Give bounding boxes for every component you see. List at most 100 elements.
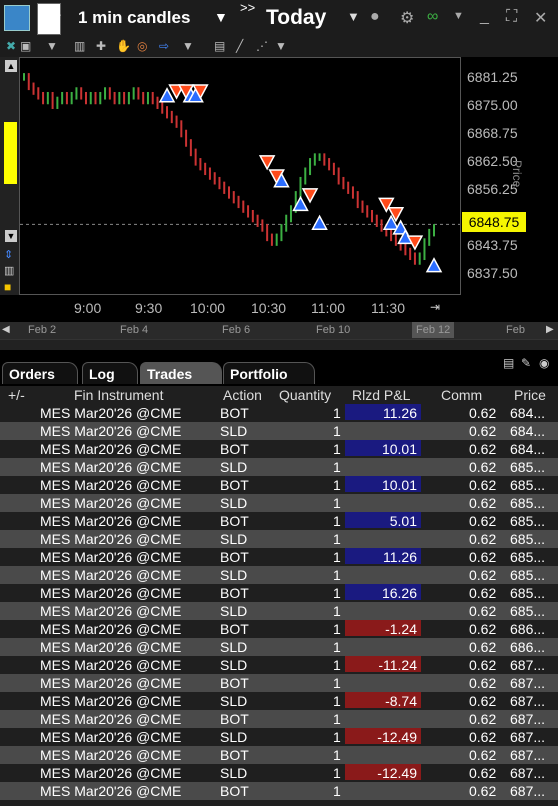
table-row[interactable]: MES Mar20'26 @CME SLD 1 -12.49 0.62 687... xyxy=(0,728,558,746)
price-cell: 687... xyxy=(510,711,546,727)
close-icon[interactable]: ✕ xyxy=(534,8,547,28)
table-row[interactable]: MES Mar20'26 @CME SLD 1 0.62 685... xyxy=(0,530,558,548)
chevron-down-icon[interactable]: ▼ xyxy=(347,9,360,24)
chevron-down-icon[interactable]: ▼ xyxy=(275,39,287,53)
commission-cell: 0.62 xyxy=(469,405,497,421)
price-cell: 685... xyxy=(510,585,546,601)
realized-pnl-cell: 11.26 xyxy=(345,404,421,421)
table-row[interactable]: MES Mar20'26 @CME SLD 1 0.62 685... xyxy=(0,602,558,620)
quantity-cell: 1 xyxy=(333,729,341,745)
table-row[interactable]: MES Mar20'26 @CME BOT 1 11.26 0.62 684... xyxy=(0,404,558,422)
table-row[interactable]: MES Mar20'26 @CME SLD 1 0.62 686... xyxy=(0,638,558,656)
trendline-icon[interactable]: ╱ xyxy=(236,39,243,53)
link-icon[interactable]: ∞ xyxy=(427,8,438,26)
quantity-cell: 1 xyxy=(333,711,341,727)
table-row[interactable]: MES Mar20'26 @CME BOT 1 0.62 687... xyxy=(0,710,558,728)
chat-icon[interactable]: ● xyxy=(370,8,380,26)
zoom-icon[interactable]: ▣ xyxy=(20,39,31,53)
table-row[interactable]: MES Mar20'26 @CME BOT 1 10.01 0.62 685... xyxy=(0,476,558,494)
chart-app-icon[interactable] xyxy=(4,5,30,31)
tab-orders[interactable]: Orders xyxy=(2,362,78,384)
table-row[interactable]: MES Mar20'26 @CME SLD 1 -8.74 0.62 687... xyxy=(0,692,558,710)
chevron-down-icon[interactable]: ▼ xyxy=(182,39,194,53)
commission-cell: 0.62 xyxy=(469,477,497,493)
column-header[interactable]: Action xyxy=(223,387,262,403)
scroll-down-button[interactable]: ▼ xyxy=(5,230,17,242)
indicator-icon[interactable]: ▤ xyxy=(214,39,225,53)
column-header[interactable]: Rlzd P&L xyxy=(352,387,410,403)
realized-pnl-cell: 5.01 xyxy=(345,512,421,529)
scroll-right-icon[interactable]: ⇥ xyxy=(430,300,440,314)
minimize-icon[interactable]: _ xyxy=(480,8,489,26)
nav-date-label: Feb xyxy=(506,324,525,336)
column-header[interactable]: Price xyxy=(514,387,546,403)
tab-trades[interactable]: Trades xyxy=(140,362,222,384)
column-header[interactable]: Comm xyxy=(441,387,482,403)
table-row[interactable]: MES Mar20'26 @CME BOT 1 16.26 0.62 685... xyxy=(0,584,558,602)
expand-icon[interactable]: ⇕ xyxy=(4,248,13,261)
table-row[interactable]: MES Mar20'26 @CME BOT 1 -1.24 0.62 686... xyxy=(0,620,558,638)
price-plot[interactable] xyxy=(19,57,461,295)
y-tick-label: 6837.50 xyxy=(467,265,518,281)
candlestick-chart xyxy=(20,73,460,273)
help-icon[interactable]: ◉ xyxy=(539,356,549,370)
time-range-selector[interactable]: Today xyxy=(266,6,326,30)
quantity-cell: 1 xyxy=(333,531,341,547)
x-tick-label: 9:30 xyxy=(135,300,163,316)
table-row[interactable]: MES Mar20'26 @CME SLD 1 -12.49 0.62 687... xyxy=(0,764,558,782)
wrench-icon[interactable]: ✎ xyxy=(521,356,531,370)
price-cell: 687... xyxy=(510,729,546,745)
target-icon[interactable]: ◎ xyxy=(137,39,147,53)
price-cell: 687... xyxy=(510,675,546,691)
table-row[interactable]: MES Mar20'26 @CME SLD 1 0.62 684... xyxy=(0,422,558,440)
column-header[interactable]: +/- xyxy=(8,387,25,403)
lock-icon[interactable]: ■ xyxy=(4,280,11,294)
tab-portfolio[interactable]: Portfolio xyxy=(223,362,315,384)
sell-marker[interactable] xyxy=(301,188,319,204)
export-icon[interactable]: ▤ xyxy=(503,356,514,370)
hand-icon[interactable]: ✋ xyxy=(116,39,131,53)
tab-log[interactable]: Log xyxy=(82,362,138,384)
quantity-cell: 1 xyxy=(333,567,341,583)
price-cell: 685... xyxy=(510,567,546,583)
table-row[interactable]: MES Mar20'26 @CME BOT 1 5.01 0.62 685... xyxy=(0,512,558,530)
chevron-down-icon[interactable]: ▼ xyxy=(46,39,58,53)
volume-icon[interactable]: ▥ xyxy=(4,264,14,277)
quantity-cell: 1 xyxy=(333,495,341,511)
symbol-search-icon[interactable]: ✖ xyxy=(6,39,16,53)
table-row[interactable]: MES Mar20'26 @CME SLD 1 -11.24 0.62 687... xyxy=(0,656,558,674)
fibonacci-icon[interactable]: ⋰ xyxy=(256,39,268,53)
table-row[interactable]: MES Mar20'26 @CME BOT 1 11.26 0.62 685... xyxy=(0,548,558,566)
x-tick-label: 9:00 xyxy=(74,300,102,316)
instrument-cell: MES Mar20'26 @CME xyxy=(40,603,182,619)
table-row[interactable]: MES Mar20'26 @CME SLD 1 0.62 685... xyxy=(0,458,558,476)
bars-icon[interactable]: ▥ xyxy=(74,39,85,53)
nav-left-icon[interactable]: ◀ xyxy=(2,324,10,335)
bar-period-selector[interactable]: 1 min candles xyxy=(78,8,190,28)
table-row[interactable]: MES Mar20'26 @CME BOT 1 0.62 687... xyxy=(0,782,558,800)
chevron-down-icon[interactable]: ▼ xyxy=(214,9,228,25)
table-row[interactable]: MES Mar20'26 @CME SLD 1 0.62 685... xyxy=(0,494,558,512)
scroll-up-button[interactable]: ▲ xyxy=(5,60,17,72)
symbol-dropdown-icon[interactable]: ▼ xyxy=(52,12,63,24)
table-row[interactable]: MES Mar20'26 @CME BOT 1 0.62 687... xyxy=(0,746,558,764)
maximize-icon[interactable]: ⛶ xyxy=(506,8,517,26)
table-row[interactable]: MES Mar20'26 @CME BOT 1 0.62 687... xyxy=(0,674,558,692)
table-row[interactable]: MES Mar20'26 @CME BOT 1 10.01 0.62 684... xyxy=(0,440,558,458)
crosshair-icon[interactable]: ✚ xyxy=(96,39,106,53)
nav-right-icon[interactable]: ▶ xyxy=(546,324,554,335)
scroll-thumb[interactable] xyxy=(4,122,17,184)
gear-icon[interactable]: ⚙ xyxy=(400,8,414,28)
arrow-icon[interactable]: ⇨ xyxy=(159,39,169,53)
commission-cell: 0.62 xyxy=(469,693,497,709)
column-header[interactable]: Quantity xyxy=(279,387,331,403)
date-navigator[interactable] xyxy=(0,322,558,339)
table-row[interactable]: MES Mar20'26 @CME SLD 1 0.62 685... xyxy=(0,566,558,584)
buy-marker[interactable] xyxy=(425,257,443,273)
sell-marker[interactable] xyxy=(258,155,276,171)
buy-marker[interactable] xyxy=(311,214,328,230)
forward-icon[interactable]: >> xyxy=(240,0,255,15)
chevron-down-icon[interactable]: ▼ xyxy=(453,10,464,22)
instrument-cell: MES Mar20'26 @CME xyxy=(40,783,182,799)
column-header[interactable]: Fin Instrument xyxy=(74,387,163,403)
